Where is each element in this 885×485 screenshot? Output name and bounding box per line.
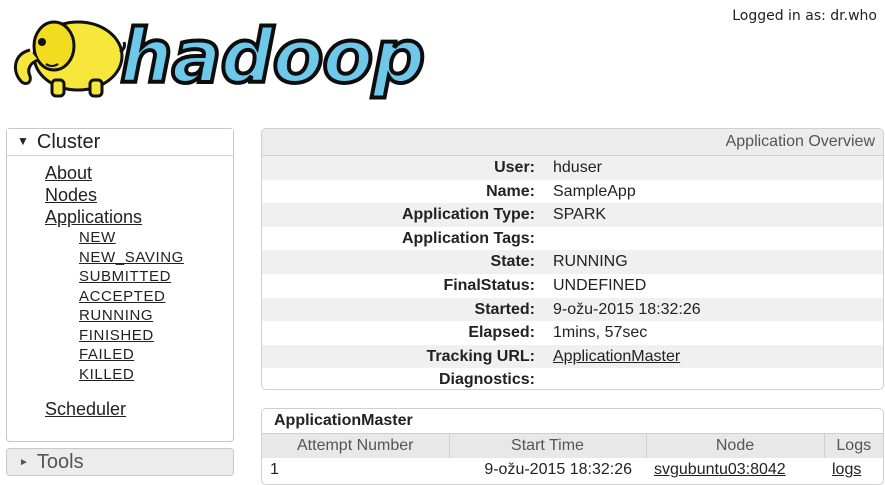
nav-state-submitted-link[interactable]: SUBMITTED	[79, 267, 233, 287]
nav-state-accepted-link[interactable]: ACCEPTED	[79, 287, 233, 307]
overview-row-final-status: FinalStatus: UNDEFINED	[262, 274, 883, 298]
overview-row-name: Name: SampleApp	[262, 180, 883, 204]
cluster-menu-header[interactable]: ▼ Cluster	[7, 129, 233, 156]
overview-value	[551, 227, 883, 251]
overview-rows: User: hduser Name: SampleApp Application…	[262, 156, 883, 389]
nav-applications-link[interactable]: Applications	[45, 206, 233, 228]
logs-link[interactable]: logs	[832, 461, 861, 478]
overview-label: Application Type:	[401, 206, 535, 224]
attempt-number-cell: 1	[270, 461, 279, 478]
nav-state-new-link[interactable]: NEW	[79, 228, 233, 248]
overview-label: FinalStatus:	[443, 276, 535, 294]
overview-label: Elapsed:	[468, 324, 535, 342]
overview-label: Application Tags:	[401, 229, 535, 247]
start-time-cell: 9-ožu-2015 18:32:26	[484, 461, 632, 478]
cluster-menu: ▼ Cluster About Nodes Applications NEW NE…	[6, 128, 234, 442]
nav-state-killed-link[interactable]: KILLED	[79, 365, 233, 385]
overview-row-diagnostics: Diagnostics:	[262, 368, 883, 389]
overview-value: 9-ožu-2015 18:32:26	[553, 300, 701, 318]
overview-value	[551, 368, 883, 389]
hadoop-wordmark: hadoop	[118, 14, 427, 100]
overview-value: UNDEFINED	[553, 276, 647, 294]
overview-label: Diagnostics:	[438, 371, 535, 389]
node-cell: svgubuntu03:8042	[646, 458, 824, 482]
sidebar: ▼ Cluster About Nodes Applications NEW NE…	[6, 128, 234, 476]
nav-scheduler-link[interactable]: Scheduler	[45, 398, 233, 420]
overview-label: State:	[490, 253, 535, 271]
nav-state-failed-link[interactable]: FAILED	[79, 345, 233, 365]
column-header-node[interactable]: Node	[646, 433, 825, 458]
table-row: 1 9-ožu-2015 18:32:26 svgubuntu03:8042 l…	[262, 458, 883, 482]
overview-label: Name:	[486, 182, 535, 200]
overview-row-tags: Application Tags:	[262, 227, 883, 251]
nav-state-new-saving-link[interactable]: NEW_SAVING	[79, 248, 233, 268]
overview-row-user: User: hduser	[262, 156, 883, 180]
overview-label: User:	[494, 159, 535, 176]
overview-row-elapsed: Elapsed: 1mins, 57sec	[262, 321, 883, 345]
nav-state-running-link[interactable]: RUNNING	[79, 306, 233, 326]
caret-right-icon: ►	[19, 457, 29, 468]
application-master-panel: ApplicationMaster Attempt Number Start T…	[261, 408, 884, 485]
elephant-icon	[13, 20, 126, 98]
overview-value-cell: ApplicationMaster	[551, 345, 883, 369]
application-master-table: Attempt Number Start Time Node Logs 1 9-…	[262, 433, 883, 482]
logs-cell: logs	[824, 458, 883, 482]
column-header-attempt[interactable]: Attempt Number	[262, 433, 450, 458]
overview-row-tracking-url: Tracking URL: ApplicationMaster	[262, 344, 883, 369]
column-header-start-time[interactable]: Start Time	[449, 433, 647, 458]
column-header-logs[interactable]: Logs	[824, 433, 883, 458]
overview-row-type: Application Type: SPARK	[262, 203, 883, 227]
application-master-title: ApplicationMaster	[274, 412, 413, 429]
tracking-url-link[interactable]: ApplicationMaster	[553, 348, 680, 365]
overview-value: 1mins, 57sec	[553, 324, 648, 342]
caret-down-icon: ▼	[17, 134, 29, 148]
overview-label: Tracking URL:	[426, 347, 535, 365]
nav-state-finished-link[interactable]: FINISHED	[79, 326, 233, 346]
overview-value: RUNNING	[553, 253, 628, 271]
application-overview-panel: Application Overview User: hduser Name: …	[261, 128, 884, 390]
logged-in-user: Logged in as: dr.who	[732, 8, 877, 24]
overview-label: Started:	[474, 300, 535, 318]
overview-row-state: State: RUNNING	[262, 250, 883, 274]
overview-value: hduser	[553, 159, 602, 176]
tools-menu-header[interactable]: ► Tools	[6, 448, 234, 476]
nav-nodes-link[interactable]: Nodes	[45, 184, 233, 206]
overview-value: SampleApp	[553, 182, 636, 200]
node-link[interactable]: svgubuntu03:8042	[654, 461, 786, 478]
overview-title: Application Overview	[262, 129, 883, 156]
cluster-menu-title: Cluster	[36, 131, 101, 153]
tools-menu-title: Tools	[36, 451, 84, 473]
nav-about-link[interactable]: About	[45, 162, 233, 184]
overview-row-started: Started: 9-ožu-2015 18:32:26	[262, 297, 883, 322]
overview-value: SPARK	[553, 206, 607, 224]
table-header-row: Attempt Number Start Time Node Logs	[262, 433, 883, 458]
hadoop-logo: hadoop	[8, 6, 427, 102]
